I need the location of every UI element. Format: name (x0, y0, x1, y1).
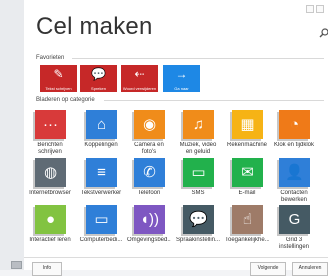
app-tile-label: Muziek, video en geluid (179, 142, 217, 155)
dialog-window: Cel maken Favorieten ✎ Tekst schrijven 💬 Sp… (24, 0, 328, 276)
app-tile-label: E-mail (238, 190, 256, 196)
mail-icon: ✉ (232, 158, 263, 187)
app-tile-label: Toegankelijkhe... (225, 237, 269, 243)
app-tile-label: Telefoon (137, 190, 161, 196)
spreken-icon: 💬 (91, 67, 106, 81)
app-tile-label: Koppelingen (84, 142, 118, 148)
app-tile[interactable]: ● Interactief leren (28, 205, 72, 265)
favorite-tile-label: Ga naar (174, 86, 189, 91)
speech-icon: 💬 (183, 205, 214, 234)
app-tile-label: Berichten schrijven (37, 142, 63, 155)
favorite-tile-label: Woord verwijderen (122, 86, 157, 91)
footer-divider (24, 257, 328, 258)
apple-icon: ● (35, 205, 66, 234)
favorite-tile-spreken[interactable]: 💬 Spreken (80, 65, 117, 92)
document-icon: ≡ (86, 158, 117, 187)
cancel-button[interactable]: Annuleren (292, 262, 328, 276)
app-tile[interactable]: ☝ Toegankelijkhe... (225, 205, 269, 265)
categories-label: Bladeren op categorie (36, 97, 95, 103)
hand-icon: ☝ (232, 205, 263, 234)
calculator-icon: ▦ (232, 110, 263, 139)
app-tile-label: Grid 3 instellingen (278, 237, 310, 250)
app-tile-label: SMS (191, 190, 205, 196)
contact-icon: 👤 (279, 158, 310, 187)
globe-icon: ◍ (35, 158, 66, 187)
app-tile[interactable]: G Grid 3 instellingen (272, 205, 316, 265)
categories-divider (104, 100, 324, 101)
app-tile-label: Internetbrowser (29, 190, 71, 196)
grid-icon: G (279, 205, 310, 234)
home-icon: ⌂ (86, 110, 117, 139)
next-button[interactable]: Volgende (250, 262, 286, 276)
sms-icon: ▭ (183, 158, 214, 187)
favorites-label: Favorieten (36, 55, 65, 61)
favorite-tile-woord-verwijderen[interactable]: ⇠ Woord verwijderen (121, 65, 158, 92)
camera-icon: ◉ (134, 110, 165, 139)
info-button[interactable]: Info (32, 262, 62, 276)
left-strip (0, 0, 24, 270)
app-tile[interactable]: ▭ Computerbedi... (79, 205, 123, 265)
clock-icon: ◔ (279, 110, 310, 139)
app-tile-label: Contacten bewerken (280, 190, 308, 203)
app-tile-label: Omgevingsbed... (127, 237, 171, 243)
app-tile[interactable]: ◖)) Omgevingsbed... (127, 205, 171, 265)
app-tile-label: Rekenmachine (226, 142, 268, 148)
favorites-divider (72, 58, 324, 59)
search-icon[interactable] (319, 26, 328, 40)
close-button[interactable] (316, 5, 324, 13)
computer-icon: ▭ (86, 205, 117, 234)
message-icon: ··· (35, 110, 66, 139)
favorite-tile-ga-naar[interactable]: → Ga naar (163, 65, 200, 92)
speaker-icon: ◖)) (134, 205, 165, 234)
app-tile-label: Spraakinstellin... (176, 237, 220, 243)
minimize-button[interactable] (306, 5, 314, 13)
app-tile-label: Klok en tijdklok (273, 142, 315, 148)
phone-icon: ✆ (134, 158, 165, 187)
tekst-schrijven-icon: ✎ (53, 67, 64, 81)
ga-naar-icon: → (175, 67, 188, 81)
app-tile-label: Interactief leren (29, 237, 71, 243)
sidebar-square-icon[interactable] (11, 261, 22, 269)
woord-verwijderen-icon: ⇠ (134, 67, 145, 81)
app-tile-label: Camera en foto's (134, 142, 164, 155)
app-tile-label: Tekstverwerker (80, 190, 122, 196)
app-tile-label: Computerbedi... (79, 237, 123, 243)
page-title: Cel maken (36, 13, 153, 40)
favorite-tile-label: Tekst schrijven (45, 86, 72, 91)
music-icon: ♫ (183, 110, 214, 139)
favorite-tile-tekst-schrijven[interactable]: ✎ Tekst schrijven (40, 65, 77, 92)
favorite-tile-label: Spreken (91, 86, 106, 91)
app-tile[interactable]: 💬 Spraakinstellin... (176, 205, 220, 265)
